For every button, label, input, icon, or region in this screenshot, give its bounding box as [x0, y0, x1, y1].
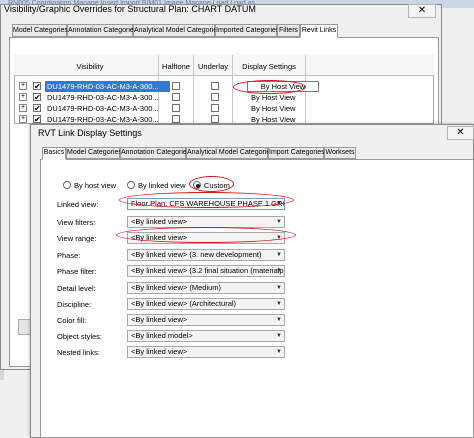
chevron-down-icon[interactable]: ▼: [274, 233, 284, 243]
plus-icon[interactable]: +: [19, 104, 27, 112]
tab-import-categories[interactable]: Import Categories: [268, 147, 325, 159]
link-name: DU1479-RHD-03-AC-M3-A-300...: [47, 104, 159, 113]
visibility-checkbox[interactable]: ✔: [33, 115, 41, 124]
halftone-checkbox[interactable]: [172, 115, 180, 123]
tab-annotation-categories[interactable]: Annotation Categories: [67, 24, 137, 37]
property-value: <By linked view> (3.2 final situation (m…: [131, 266, 285, 275]
tab-model-categories[interactable]: Model Categories: [66, 147, 122, 159]
dialog-title: RVT Link Display Settings: [38, 128, 142, 138]
property-value: <By linked view>: [131, 217, 188, 226]
column-header-display-settings[interactable]: Display Settings: [233, 62, 305, 71]
chevron-down-icon[interactable]: ▼: [274, 217, 284, 227]
property-select[interactable]: <By linked model> ▼: [127, 330, 285, 342]
tab-basics[interactable]: Basics: [42, 147, 66, 160]
table-row[interactable]: + ✔ DU1479-RHD-03-AC-M3-A-300... By Host Vi…: [15, 103, 433, 114]
radio-label: Custom: [204, 181, 230, 190]
property-select[interactable]: <By linked view> (3. new development) ▼: [127, 249, 285, 261]
visibility-checkbox[interactable]: ✔: [33, 104, 41, 113]
plus-icon[interactable]: +: [19, 93, 27, 101]
radio-label: By host view: [74, 181, 117, 190]
column-header-underlay[interactable]: Underlay: [194, 62, 232, 71]
visibility-checkbox[interactable]: ✔: [33, 82, 41, 91]
tab-model-categories[interactable]: Model Categories: [12, 24, 68, 37]
halftone-checkbox[interactable]: [172, 93, 180, 101]
tab-worksets[interactable]: Worksets: [324, 147, 356, 159]
property-select[interactable]: <By linked view> (Medium) ▼: [127, 282, 285, 294]
halftone-checkbox[interactable]: [172, 82, 180, 90]
display-settings-button[interactable]: By Host View: [251, 92, 295, 103]
chevron-down-icon[interactable]: ▼: [274, 199, 284, 209]
link-name: DU1479-RHD-03-AC-M3-A-300...: [45, 81, 170, 92]
chevron-down-icon[interactable]: ▼: [274, 315, 284, 325]
underlay-checkbox[interactable]: [211, 115, 219, 123]
property-value: <By linked model>: [131, 331, 193, 340]
chevron-down-icon[interactable]: ▼: [274, 283, 284, 293]
tab-analytical-model-categories[interactable]: Analytical Model Categories: [133, 24, 221, 37]
property-select[interactable]: <By linked view> ▼: [127, 314, 285, 326]
visibility-checkbox[interactable]: ✔: [33, 93, 41, 102]
underlay-checkbox[interactable]: [211, 93, 219, 101]
chevron-down-icon[interactable]: ▼: [274, 347, 284, 357]
halftone-checkbox[interactable]: [172, 104, 180, 112]
dialog-title: Visibility/Graphic Overrides for Structu…: [4, 4, 256, 14]
chevron-down-icon[interactable]: ▼: [274, 331, 284, 341]
property-label: Nested links:: [57, 348, 100, 357]
close-button[interactable]: ✕: [447, 126, 474, 140]
plus-icon[interactable]: +: [19, 115, 27, 123]
link-name: DU1479-RHD-03-AC-M3-A-300...: [47, 93, 159, 102]
tab-annotation-categories[interactable]: Annotation Categories: [120, 147, 190, 159]
close-button[interactable]: ✕: [408, 4, 436, 18]
property-value: <By linked view>: [131, 315, 188, 324]
tab-filters[interactable]: Filters: [277, 24, 300, 37]
property-select[interactable]: <By linked view> ▼: [127, 232, 285, 244]
underlay-checkbox[interactable]: [211, 82, 219, 90]
property-label: Discipline:: [57, 300, 92, 309]
property-label: Object styles:: [57, 332, 103, 341]
column-header-halftone[interactable]: Halftone: [159, 62, 193, 71]
radio-by-linked-view[interactable]: [127, 181, 135, 189]
property-label: Linked view:: [57, 200, 99, 209]
display-settings-button[interactable]: By Host View: [247, 81, 319, 92]
property-label: Detail level:: [57, 284, 96, 293]
table-row[interactable]: + ✔ DU1479-RHD-03-AC-M3-A-300... By Host Vi…: [15, 81, 433, 92]
property-value: <By linked view>: [131, 347, 188, 356]
property-value: Floor Plan: CFS WAREHOUSE PHASE 1 GROUND…: [131, 199, 284, 208]
radio-by-host-view[interactable]: [63, 181, 71, 189]
tab-analytical-model-categories[interactable]: Analytical Model Categories: [186, 147, 274, 159]
radio-custom[interactable]: [193, 181, 201, 189]
tab-imported-categories[interactable]: Imported Categories: [215, 24, 279, 37]
property-label: Phase:: [57, 251, 81, 260]
display-settings-button[interactable]: By Host View: [251, 103, 295, 114]
column-header-visibility[interactable]: Visibility: [60, 62, 120, 71]
property-label: View filters:: [57, 218, 96, 227]
property-select[interactable]: <By linked view> (3.2 final situation (m…: [127, 265, 285, 277]
property-select[interactable]: <By linked view> (Architectural) ▼: [127, 298, 285, 310]
chevron-down-icon[interactable]: ▼: [274, 250, 284, 260]
property-select[interactable]: Floor Plan: CFS WAREHOUSE PHASE 1 GROUND…: [127, 198, 285, 210]
tab-revit-links[interactable]: Revit Links: [300, 24, 338, 38]
property-select[interactable]: <By linked view> ▼: [127, 346, 285, 358]
property-value: <By linked view> (Medium): [131, 283, 222, 292]
property-select[interactable]: <By linked view> ▼: [127, 216, 285, 228]
chevron-down-icon[interactable]: ▼: [274, 299, 284, 309]
plus-icon[interactable]: +: [19, 82, 27, 90]
table-row[interactable]: + ✔ DU1479-RHD-03-AC-M3-A-300... By Host Vi…: [15, 92, 433, 103]
chevron-down-icon[interactable]: ▼: [274, 266, 284, 276]
property-value: <By linked view> (3. new development): [131, 250, 262, 259]
property-label: Color fill:: [57, 316, 87, 325]
property-label: Phase filter:: [57, 267, 97, 276]
property-value: <By linked view>: [131, 233, 188, 242]
radio-label: By linked view: [138, 181, 186, 190]
property-value: <By linked view> (Architectural): [131, 299, 237, 308]
underlay-checkbox[interactable]: [211, 104, 219, 112]
property-label: View range:: [57, 234, 97, 243]
